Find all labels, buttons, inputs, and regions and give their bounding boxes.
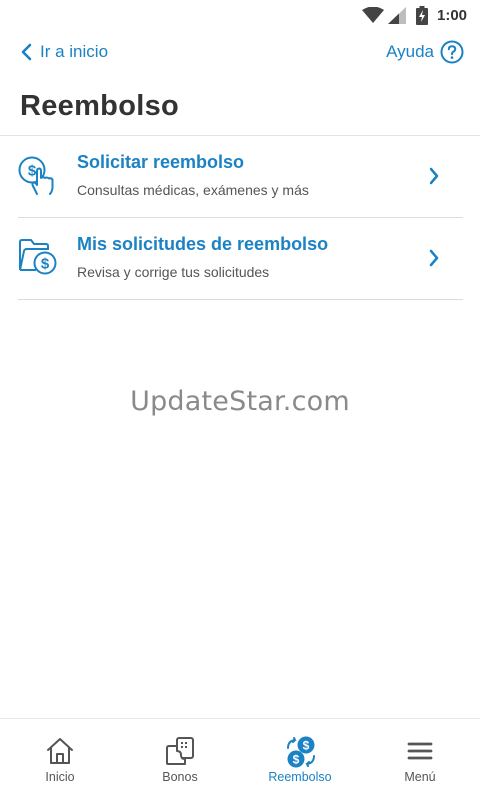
help-link[interactable]: Ayuda	[386, 40, 464, 64]
bonus-ticket-icon	[166, 737, 194, 765]
page-title: Reembolso	[20, 90, 180, 122]
svg-text:$: $	[28, 163, 37, 180]
menu-item-title: Solicitar reembolso	[77, 152, 245, 172]
status-bar: 1:00	[0, 0, 480, 32]
request-reimbursement-item[interactable]: $ Solicitar reembolso Consultas médicas,…	[18, 136, 463, 218]
tab-label: Reembolso	[268, 770, 332, 784]
back-to-home-link[interactable]: Ir a inicio	[20, 42, 108, 62]
wifi-icon	[362, 7, 384, 23]
top-navigation: Ir a inicio Ayuda	[0, 36, 480, 72]
tab-label: Inicio	[45, 770, 75, 784]
chevron-left-icon	[21, 43, 32, 61]
my-reimbursement-requests-item[interactable]: $ Mis solicitudes de reembolso Revisa y …	[18, 218, 463, 300]
svg-text:$: $	[41, 256, 50, 273]
question-circle-icon	[440, 40, 464, 64]
svg-text:$: $	[293, 753, 300, 767]
svg-text:$: $	[303, 739, 310, 753]
tab-bonos[interactable]: Bonos	[120, 719, 240, 800]
reimbursement-icon: $ $	[287, 736, 315, 768]
battery-charging-icon	[416, 6, 428, 25]
tab-menu[interactable]: Menú	[360, 719, 480, 800]
hamburger-icon	[407, 742, 433, 760]
home-icon	[47, 738, 73, 764]
bottom-navigation: Inicio Bonos $ $ Reembolso Menú	[0, 718, 480, 800]
help-link-label: Ayuda	[386, 42, 434, 61]
status-time: 1:00	[437, 7, 468, 24]
hand-dollar-icon: $	[18, 156, 54, 195]
menu-item-subtitle: Revisa y corrige tus solicitudes	[77, 264, 270, 280]
chevron-right-icon	[429, 167, 439, 185]
folder-dollar-icon: $	[19, 239, 57, 275]
signal-icon	[388, 7, 406, 24]
tab-inicio[interactable]: Inicio	[0, 719, 120, 800]
menu-item-title: Mis solicitudes de reembolso	[77, 234, 329, 254]
chevron-right-icon	[429, 249, 439, 267]
back-link-label: Ir a inicio	[40, 42, 109, 61]
watermark-text: UpdateStar.com	[130, 386, 350, 417]
menu-item-subtitle: Consultas médicas, exámenes y más	[77, 182, 309, 198]
tab-label: Menú	[404, 770, 436, 784]
tab-reembolso[interactable]: $ $ Reembolso	[240, 719, 360, 800]
tab-label: Bonos	[162, 770, 198, 784]
